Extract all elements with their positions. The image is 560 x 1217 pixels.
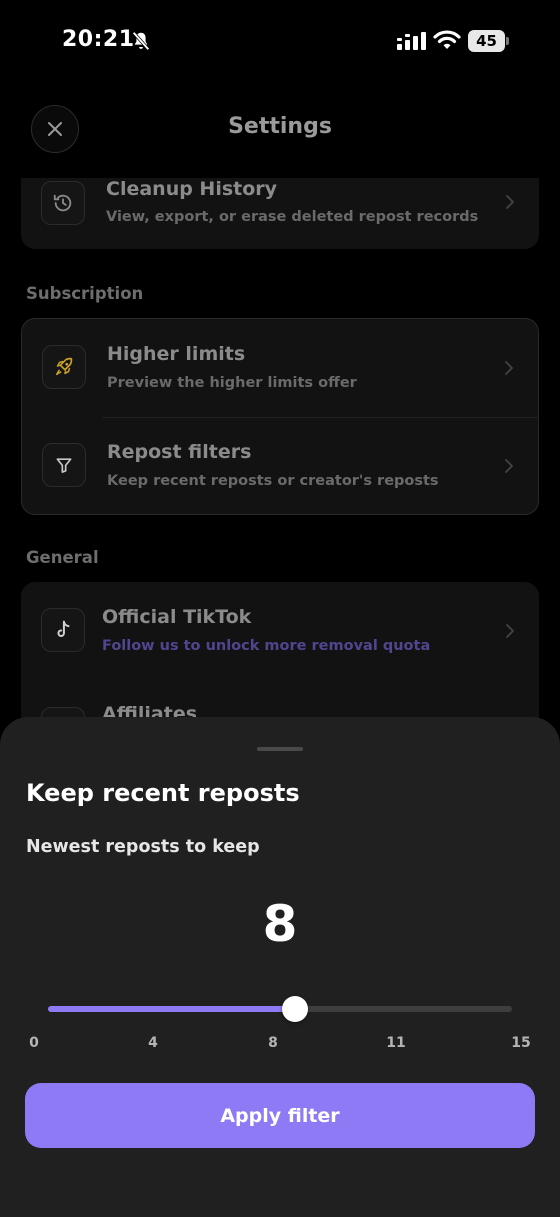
higher-limits-title: Higher limits	[107, 343, 246, 365]
slider-tick: 8	[268, 1035, 278, 1051]
chevron-right-icon	[506, 624, 514, 638]
slider-tick: 11	[386, 1035, 406, 1051]
official-tiktok-row[interactable]: Official TikTok Follow us to unlock more…	[21, 582, 539, 680]
chevron-right-icon	[505, 361, 513, 375]
section-label-general: General	[26, 548, 99, 567]
repost-filters-subtitle: Keep recent reposts or creator's reposts	[107, 473, 439, 489]
rocket-icon	[42, 345, 86, 389]
battery-icon: 45	[468, 30, 510, 52]
status-time: 20:21	[62, 27, 135, 52]
official-tiktok-title: Official TikTok	[102, 606, 252, 628]
battery-level: 45	[468, 30, 505, 52]
chevron-right-icon	[505, 459, 513, 473]
chevron-right-icon	[506, 195, 514, 209]
subscription-card: Higher limits Preview the higher limits …	[21, 318, 539, 515]
signal-icon	[397, 32, 426, 50]
slider-thumb[interactable]	[282, 996, 309, 1022]
slider-fill	[48, 1006, 296, 1012]
section-label-subscription: Subscription	[26, 284, 144, 303]
higher-limits-row[interactable]: Higher limits Preview the higher limits …	[22, 319, 538, 417]
apply-filter-button[interactable]: Apply filter	[25, 1083, 535, 1148]
sheet-subtitle: Newest reposts to keep	[26, 837, 260, 857]
filter-icon	[42, 443, 86, 487]
reposts-slider[interactable]	[48, 996, 512, 1022]
cleanup-card: Cleanup History View, export, or erase d…	[21, 178, 539, 249]
slider-tick: 0	[29, 1035, 39, 1051]
sheet-title: Keep recent reposts	[26, 779, 300, 807]
history-icon	[41, 181, 85, 225]
slider-tick: 4	[148, 1035, 158, 1051]
tiktok-icon	[41, 608, 85, 652]
repost-filters-title: Repost filters	[107, 441, 252, 463]
cleanup-history-title: Cleanup History	[106, 178, 278, 200]
cleanup-history-subtitle: View, export, or erase deleted repost re…	[106, 209, 479, 225]
page-title: Settings	[228, 114, 332, 139]
repost-filters-row[interactable]: Repost filters Keep recent reposts or cr…	[22, 418, 538, 514]
higher-limits-subtitle: Preview the higher limits offer	[107, 375, 357, 391]
bottom-sheet: Keep recent reposts Newest reposts to ke…	[0, 717, 560, 1217]
selected-value: 8	[262, 895, 298, 953]
slider-tick: 15	[511, 1035, 531, 1051]
wifi-icon	[433, 30, 461, 49]
official-tiktok-subtitle: Follow us to unlock more removal quota	[102, 638, 431, 654]
cleanup-history-row[interactable]: Cleanup History View, export, or erase d…	[21, 178, 539, 249]
bell-off-icon	[132, 31, 150, 51]
battery-tip	[506, 37, 509, 45]
status-bar: 20:21 45	[0, 0, 560, 84]
sheet-grabber[interactable]	[257, 747, 303, 751]
